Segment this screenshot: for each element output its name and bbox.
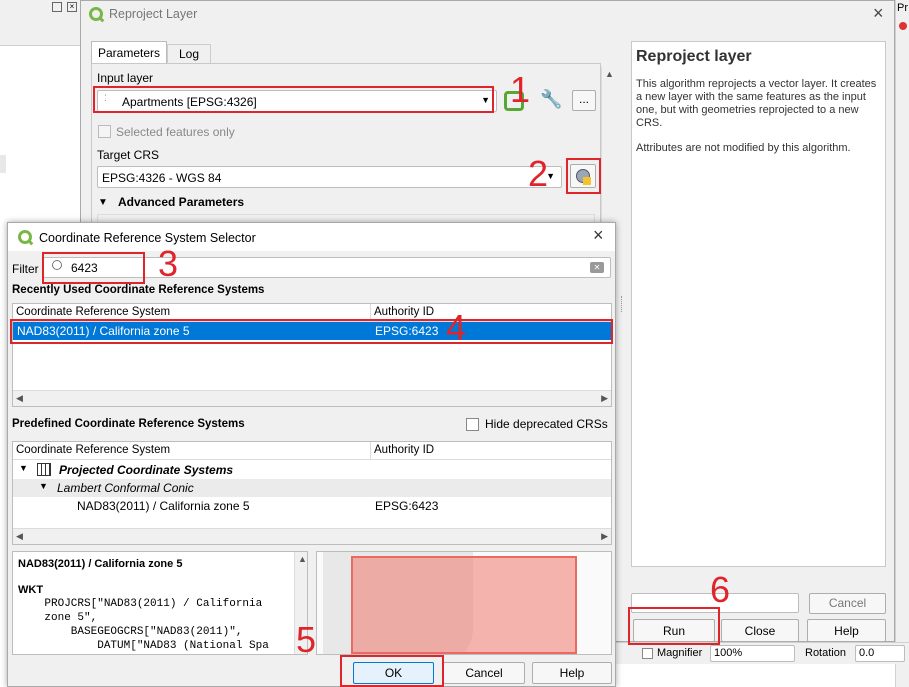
qgis-logo-icon	[18, 230, 32, 244]
scroll-left-icon[interactable]: ◀	[16, 531, 23, 542]
hide-deprecated-checkbox[interactable]	[466, 418, 479, 431]
recent-hscrollbar[interactable]: ◀ ▶	[13, 390, 611, 406]
tree-item-name: NAD83(2011) / California zone 5	[77, 499, 250, 513]
target-crs-label: Target CRS	[97, 148, 160, 162]
close-icon[interactable]: ×	[873, 3, 884, 24]
annotation-number-1: 1	[510, 69, 531, 110]
help-panel: Reproject layer This algorithm reproject…	[631, 41, 886, 567]
annotation-box-4	[10, 319, 613, 344]
help-paragraph-1: This algorithm reprojects a vector layer…	[636, 78, 877, 129]
scroll-left-icon[interactable]: ◀	[16, 393, 23, 404]
tree-expand-icon[interactable]: ▼	[39, 481, 48, 491]
crs-selector-dialog: Coordinate Reference System Selector × F…	[7, 222, 616, 687]
annotation-box-6	[628, 607, 720, 645]
tree-projected-label: Projected Coordinate Systems	[59, 463, 234, 477]
gear-icon[interactable]	[899, 22, 907, 30]
wkt-line-4: DATUM["NAD83 (National Spa	[18, 640, 269, 652]
ellipsis-button[interactable]: ...	[572, 90, 596, 111]
help-paragraph-2: Attributes are not modified by this algo…	[636, 142, 851, 154]
magnifier-label: Magnifier	[657, 647, 703, 659]
scroll-up-icon[interactable]: ▲	[298, 554, 307, 564]
tab-log[interactable]: Log	[167, 44, 211, 64]
tree-lcc-label: Lambert Conformal Conic	[57, 481, 194, 495]
status-bar: Magnifier 100% Rotation 0.0	[615, 642, 909, 664]
extent-map	[316, 551, 612, 655]
annotation-number-5: 5	[296, 619, 317, 660]
clear-icon[interactable]: ✕	[590, 262, 604, 273]
help-title: Reproject layer	[636, 48, 752, 65]
target-crs-combo[interactable]: EPSG:4326 - WGS 84 ▼	[97, 166, 562, 188]
annotation-number-3: 3	[158, 243, 179, 284]
annotation-box-2	[566, 158, 601, 194]
tab-parameters[interactable]: Parameters	[91, 41, 167, 64]
magnifier-input[interactable]: 100%	[710, 645, 795, 662]
crs-extent-rectangle	[351, 556, 577, 654]
annotation-box-5	[340, 655, 444, 687]
rotation-label: Rotation	[805, 647, 846, 659]
scroll-right-icon[interactable]: ▶	[601, 531, 608, 542]
triangle-down-icon[interactable]: ▼	[98, 197, 108, 208]
predefined-crs-title: Predefined Coordinate Reference Systems	[12, 418, 245, 430]
qgis-logo-icon	[89, 7, 103, 21]
dialog-title: Reproject Layer	[109, 7, 198, 21]
wkt-line-1: PROJCRS["NAD83(2011) / California	[18, 598, 263, 610]
wrench-icon[interactable]: 🔧	[540, 89, 562, 110]
crs-description: NAD83(2011) / California zone 5 WKT PROJ…	[12, 551, 308, 655]
wkt-line-2: zone 5",	[18, 612, 98, 624]
close-icon[interactable]: ×	[593, 225, 604, 246]
annotation-number-4: 4	[446, 307, 467, 348]
grid-icon	[37, 463, 51, 476]
annotation-box-3	[42, 252, 145, 284]
wkt-line-3: BASEGEOGCRS["NAD83(2011)",	[18, 626, 243, 638]
predefined-crs-tree: Coordinate Reference System Authority ID…	[12, 441, 612, 545]
help-button[interactable]: Help	[532, 662, 612, 684]
annotation-number-6: 6	[710, 569, 731, 610]
predefined-hscrollbar[interactable]: ◀ ▶	[13, 528, 611, 544]
annotation-box-1	[93, 86, 494, 113]
magnifier-checkbox[interactable]	[642, 648, 653, 659]
tree-node-projected[interactable]: ▼ Projected Coordinate Systems	[13, 461, 611, 479]
recent-crs-title: Recently Used Coordinate Reference Syste…	[12, 284, 265, 296]
hide-deprecated-label: Hide deprecated CRSs	[485, 417, 608, 431]
help-button[interactable]: Help	[807, 619, 886, 642]
predefined-header-crs[interactable]: Coordinate Reference System	[13, 442, 371, 460]
cancel-button[interactable]: Cancel	[809, 593, 886, 614]
crs-desc-title: NAD83(2011) / California zone 5	[18, 558, 183, 570]
rotation-input[interactable]: 0.0	[855, 645, 905, 662]
restore-icon[interactable]	[52, 2, 62, 12]
filter-label: Filter	[12, 262, 39, 276]
tree-node-lcc[interactable]: ▼ Lambert Conformal Conic	[13, 479, 611, 497]
wkt-label: WKT	[18, 584, 44, 596]
tree-item-auth: EPSG:6423	[375, 499, 439, 513]
target-crs-value: EPSG:4326 - WGS 84	[102, 171, 222, 185]
splitter-handle[interactable]	[621, 296, 624, 312]
background-strip	[0, 155, 6, 173]
tree-expand-icon[interactable]: ▼	[19, 463, 28, 473]
predefined-header-auth[interactable]: Authority ID	[371, 442, 611, 460]
advanced-parameters-label[interactable]: Advanced Parameters	[118, 195, 244, 209]
cancel-button[interactable]: Cancel	[443, 662, 525, 684]
list-item[interactable]: NAD83(2011) / California zone 5 EPSG:642…	[13, 497, 611, 515]
scroll-right-icon[interactable]: ▶	[601, 393, 608, 404]
close-small-icon[interactable]: ×	[67, 2, 77, 12]
annotation-number-2: 2	[528, 153, 549, 194]
scroll-up-icon[interactable]: ▲	[605, 69, 614, 79]
close-button[interactable]: Close	[721, 619, 799, 642]
panel-title-pr: Pr	[897, 2, 908, 14]
background-app-right: Pr	[895, 0, 909, 687]
input-layer-label: Input layer	[97, 71, 154, 85]
crs-dialog-title: Coordinate Reference System Selector	[39, 231, 256, 245]
selected-only-checkbox[interactable]	[98, 125, 111, 138]
selected-only-label: Selected features only	[116, 125, 235, 139]
